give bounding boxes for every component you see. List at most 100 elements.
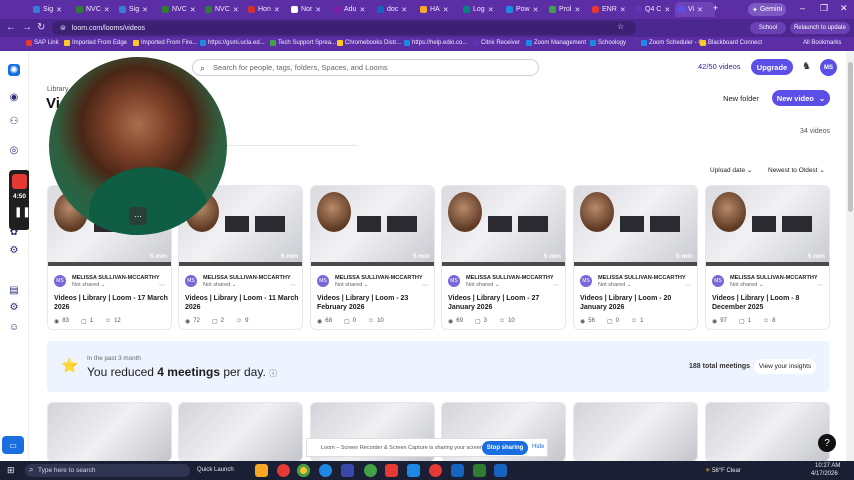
- app-icon[interactable]: [494, 464, 507, 477]
- new-video-button[interactable]: New video ⌄: [772, 90, 830, 106]
- edge-icon[interactable]: [319, 464, 332, 477]
- settings-icon[interactable]: ⚙: [8, 244, 20, 256]
- video-card[interactable]: 5 min MS MELISSA SULLIVAN-MCCARTHY Not shar…: [441, 185, 566, 330]
- profile-button[interactable]: School: [750, 22, 786, 34]
- app-icon[interactable]: [473, 464, 486, 477]
- taskbar-search-input[interactable]: ⌕ Type here to search: [25, 464, 190, 477]
- browser-tab[interactable]: HA ✕: [417, 2, 457, 17]
- close-tab-icon[interactable]: ✕: [574, 6, 580, 14]
- browser-tab[interactable]: Q4 C ✕: [632, 2, 672, 17]
- browser-tab[interactable]: NVC ✕: [159, 2, 199, 17]
- close-tab-icon[interactable]: ✕: [620, 6, 626, 14]
- close-tab-icon[interactable]: ✕: [142, 6, 148, 14]
- more-options-icon[interactable]: ⋯: [553, 282, 559, 289]
- close-tab-icon[interactable]: ✕: [274, 6, 280, 14]
- close-tab-icon[interactable]: ✕: [315, 6, 321, 14]
- new-folder-button[interactable]: New folder: [720, 91, 762, 105]
- video-thumbnail[interactable]: 5 min: [311, 186, 434, 266]
- loom-logo-icon[interactable]: ✺: [8, 64, 20, 76]
- search-input[interactable]: ⌕ Search for people, tags, folders, Space…: [192, 59, 539, 76]
- app-icon[interactable]: [429, 464, 442, 477]
- relaunch-button[interactable]: Relaunch to update: [790, 22, 850, 34]
- close-tab-icon[interactable]: ✕: [401, 6, 407, 14]
- bookmark-item[interactable]: Chromebooks Distr...: [337, 40, 401, 46]
- taskbar-time[interactable]: 10:27 AM: [815, 463, 840, 469]
- bookmark-item[interactable]: https://help.edio.co...: [404, 40, 467, 46]
- share-status-dropdown[interactable]: Not shared ⌄: [335, 282, 369, 288]
- notifications-bell-icon[interactable]: ♞: [802, 61, 811, 72]
- browser-tab[interactable]: NVC ✕: [73, 2, 113, 17]
- browser-tab[interactable]: Hon ✕: [245, 2, 285, 17]
- taskbar-date[interactable]: 4/17/2026: [811, 471, 838, 477]
- browser-tab[interactable]: Vi ✕: [675, 2, 715, 17]
- more-options-icon[interactable]: ⋯: [159, 282, 165, 289]
- close-tab-icon[interactable]: ✕: [359, 6, 365, 14]
- chrome-icon[interactable]: [297, 464, 310, 477]
- apps-icon[interactable]: ⚙: [8, 301, 20, 313]
- share-status-dropdown[interactable]: Not shared ⌄: [466, 282, 500, 288]
- video-title[interactable]: Videos | Library | Loom - 20 January 202…: [580, 294, 696, 312]
- hide-sharing-bar-link[interactable]: Hide: [532, 444, 544, 450]
- bookmark-item[interactable]: Imported From Fire...: [133, 40, 197, 46]
- bookmark-item[interactable]: Tech Support Sprea...: [270, 40, 336, 46]
- info-icon[interactable]: ⓘ: [269, 369, 277, 378]
- browser-tab[interactable]: NVC ✕: [202, 2, 242, 17]
- upgrade-button[interactable]: Upgrade: [751, 59, 793, 75]
- weather-widget[interactable]: ☀ 58°F Clear: [705, 467, 741, 474]
- all-bookmarks-button[interactable]: All Bookmarks: [803, 40, 841, 46]
- browser-tab[interactable]: Adu ✕: [331, 2, 371, 17]
- sort-order-dropdown[interactable]: Newest to Oldest ⌄: [768, 166, 825, 174]
- view-insights-button[interactable]: View your insights: [754, 359, 816, 374]
- scrollbar-thumb[interactable]: [848, 62, 853, 212]
- globe-icon[interactable]: ◎: [8, 144, 20, 156]
- bookmark-item[interactable]: Zoom Scheduler - C...: [641, 40, 708, 46]
- more-options-icon[interactable]: ⋯: [422, 282, 428, 289]
- share-status-dropdown[interactable]: Not shared ⌄: [72, 282, 106, 288]
- bookmark-item[interactable]: Blackboard Connect: [700, 40, 762, 46]
- close-window-icon[interactable]: ✕: [840, 3, 848, 14]
- close-tab-icon[interactable]: ✕: [56, 6, 62, 14]
- bookmark-star-icon[interactable]: ☆: [617, 22, 624, 31]
- maximize-icon[interactable]: ❐: [820, 3, 828, 14]
- video-card-row2[interactable]: [705, 402, 830, 462]
- browser-tab[interactable]: doc ✕: [374, 2, 414, 17]
- video-card[interactable]: 5 min MS MELISSA SULLIVAN-MCCARTHY Not shar…: [705, 185, 830, 330]
- camera-options-icon[interactable]: ⋯: [129, 207, 147, 225]
- new-tab-icon[interactable]: +: [713, 3, 718, 13]
- bookmark-item[interactable]: Schoology: [590, 40, 626, 46]
- more-options-icon[interactable]: ⋯: [290, 282, 296, 289]
- share-status-dropdown[interactable]: Not shared ⌄: [203, 282, 237, 288]
- gemini-button[interactable]: ✦ Gemini: [748, 3, 786, 16]
- docs-icon[interactable]: ▤: [8, 284, 20, 296]
- breadcrumb[interactable]: Library: [47, 86, 68, 93]
- quick-launch-label[interactable]: Quick Launch: [197, 467, 234, 473]
- app-icon[interactable]: [385, 464, 398, 477]
- user-icon[interactable]: ☺: [8, 321, 20, 333]
- firefox-icon[interactable]: [277, 464, 290, 477]
- video-thumbnail[interactable]: 5 min: [442, 186, 565, 266]
- bookmark-item[interactable]: Zoom Management: [526, 40, 586, 46]
- stop-sharing-button[interactable]: Stop sharing: [482, 441, 528, 455]
- bookmark-item[interactable]: https://gsmi.ucla.ed...: [200, 40, 265, 46]
- teams-icon[interactable]: [341, 464, 354, 477]
- forward-icon[interactable]: →: [22, 22, 32, 33]
- library-icon[interactable]: ◉: [8, 91, 20, 103]
- minimize-icon[interactable]: –: [800, 3, 805, 13]
- browser-tab[interactable]: Nor ✕: [288, 2, 328, 17]
- windows-start-icon[interactable]: ⊞: [7, 465, 15, 476]
- video-title[interactable]: Videos | Library | Loom - 27 January 202…: [448, 294, 564, 312]
- stop-record-icon[interactable]: [12, 174, 27, 189]
- reload-icon[interactable]: ↻: [37, 22, 45, 33]
- browser-tab[interactable]: Log ✕: [460, 2, 500, 17]
- browser-tab[interactable]: Sig ✕: [30, 2, 70, 17]
- video-card[interactable]: 5 min MS MELISSA SULLIVAN-MCCARTHY Not shar…: [310, 185, 435, 330]
- add-user-icon[interactable]: ⚇: [8, 115, 20, 127]
- back-icon[interactable]: ←: [6, 22, 16, 33]
- video-limit-counter[interactable]: 42/50 videos: [698, 62, 741, 71]
- video-card-row2[interactable]: [47, 402, 172, 462]
- more-options-icon[interactable]: ⋯: [685, 282, 691, 289]
- sort-by-dropdown[interactable]: Upload date ⌄: [710, 166, 752, 174]
- video-title[interactable]: Videos | Library | Loom - 11 March 2026: [185, 294, 301, 312]
- close-tab-icon[interactable]: ✕: [190, 6, 196, 14]
- browser-tab[interactable]: ENR ✕: [589, 2, 629, 17]
